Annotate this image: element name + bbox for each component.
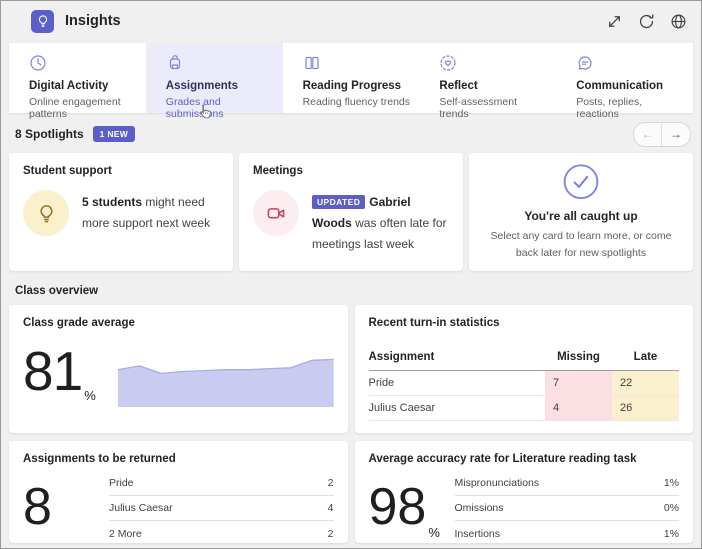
globe-icon[interactable] — [670, 13, 687, 30]
backpack-icon — [169, 55, 180, 70]
page-title: Insights — [65, 13, 121, 29]
tab-label: Communication — [576, 80, 664, 92]
list-item-value: 4 — [327, 502, 334, 514]
list-item: Mispronunciations 1% — [454, 471, 679, 496]
list-item-label: Omissions — [454, 502, 504, 514]
pager-next-button[interactable]: → — [662, 122, 690, 146]
spotlight-cards-row: Student support 5 students might need mo… — [9, 153, 693, 271]
assignment-name: Julius Caesar — [368, 395, 545, 421]
tab-reflect[interactable]: Reflect Self-assessment trends — [419, 43, 556, 120]
card-title: Assignments to be returned — [23, 453, 176, 465]
returned-count-value: 8 — [23, 478, 52, 536]
tab-label: Reading Progress — [302, 80, 402, 92]
refresh-icon[interactable] — [638, 13, 655, 30]
list-item-label: Pride — [109, 477, 134, 489]
tab-sublabel: Online engagement patterns — [29, 96, 121, 120]
spotlights-header: 8 Spotlights 1 NEW ← → — [15, 121, 691, 147]
list-item-label: 2 More — [109, 527, 142, 540]
average-accuracy-card[interactable]: Average accuracy rate for Literature rea… — [354, 441, 693, 543]
list-item-label: Insertions — [454, 527, 501, 540]
updated-badge: UPDATED — [312, 195, 366, 209]
app-header: Insights — [1, 1, 701, 41]
clock-icon — [30, 55, 46, 71]
tab-label: Assignments — [165, 80, 239, 92]
table-row: Julius Caesar 4 26 — [368, 395, 679, 421]
class-overview-section-title: Class overview — [15, 285, 99, 297]
spotlight-bold-text: 5 students — [82, 195, 143, 209]
col-header-missing: Missing — [545, 346, 612, 371]
tab-sublabel: Self-assessment trends — [439, 96, 518, 120]
pager-prev-button[interactable]: ← — [634, 122, 662, 146]
assignment-name: Pride — [368, 370, 545, 396]
insights-logo-icon — [31, 9, 54, 33]
list-item: Julius Caesar 4 — [109, 496, 334, 521]
class-grade-average-card[interactable]: Class grade average 81% — [9, 305, 348, 433]
new-badge: 1 NEW — [92, 126, 136, 142]
percent-unit: % — [428, 525, 440, 540]
tab-label: Digital Activity — [29, 80, 109, 92]
checkmark-circle-icon — [563, 164, 599, 200]
list-item-value: 1% — [663, 477, 679, 489]
card-title: Recent turn-in statistics — [368, 317, 500, 329]
accuracy-value: 98% — [368, 478, 440, 540]
meetings-card[interactable]: Meetings UPDATED Gabriel Woods was often … — [239, 153, 463, 271]
expand-icon[interactable] — [606, 13, 623, 30]
heart-badge-icon — [440, 55, 456, 71]
class-overview-grid: Class grade average 81% Recent turn-in s… — [9, 305, 693, 543]
tab-sublabel: Reading fluency trends — [302, 96, 410, 108]
list-item-value: 0% — [663, 502, 679, 514]
video-camera-icon — [253, 190, 299, 236]
lightbulb-icon — [23, 190, 69, 236]
grade-sparkline-chart — [117, 358, 334, 407]
list-item-label: Mispronunciations — [454, 477, 540, 489]
list-item-value: 1% — [663, 527, 679, 540]
late-count: 22 — [612, 370, 679, 396]
list-item: Pride 2 — [109, 471, 334, 496]
insights-app-window: Insights Digital Activity Online engagem… — [0, 0, 702, 549]
list-item: 2 More 2 — [109, 521, 334, 543]
list-item-label: Julius Caesar — [109, 502, 173, 514]
grade-average-value: 81% — [23, 340, 96, 404]
chat-bubble-icon — [578, 56, 592, 70]
caught-up-title: You're all caught up — [524, 209, 638, 224]
tab-sublabel: Posts, replies, reactions — [576, 96, 643, 120]
header-actions — [606, 13, 687, 30]
spotlights-pager: ← → — [633, 121, 691, 147]
tab-sublabel: Grades and submissions — [165, 96, 224, 120]
tab-digital-activity[interactable]: Digital Activity Online engagement patte… — [9, 43, 146, 120]
assignments-to-be-returned-card[interactable]: Assignments to be returned 8 Pride 2 Jul… — [9, 441, 348, 543]
caught-up-card[interactable]: You're all caught up Select any card to … — [469, 153, 693, 271]
card-title: Meetings — [253, 165, 303, 177]
card-title: Student support — [23, 165, 112, 177]
insights-tab-strip: Digital Activity Online engagement patte… — [9, 43, 693, 120]
percent-unit: % — [84, 388, 96, 404]
tab-label: Reflect — [439, 80, 478, 92]
col-header-late: Late — [612, 346, 679, 371]
missing-count: 7 — [545, 370, 612, 396]
open-book-icon — [304, 56, 319, 70]
tab-assignments[interactable]: Assignments Grades and submissions — [145, 43, 283, 120]
spotlight-text: 5 students might need more support next … — [82, 192, 219, 236]
tab-reading-progress[interactable]: Reading Progress Reading fluency trends — [283, 43, 420, 113]
turn-in-table: Assignment Missing Late Pride 7 22 Juliu… — [368, 346, 679, 421]
card-title: Average accuracy rate for Literature rea… — [368, 453, 637, 465]
late-count: 26 — [612, 395, 679, 421]
list-item: Insertions 1% — [455, 521, 680, 543]
list-item-value: 2 — [327, 477, 334, 489]
student-support-card[interactable]: Student support 5 students might need mo… — [9, 153, 233, 271]
tab-communication[interactable]: Communication Posts, replies, reactions — [556, 43, 693, 120]
list-item: Omissions 0% — [454, 496, 679, 521]
spotlight-text: UPDATED Gabriel Woods was often late for … — [312, 192, 449, 255]
caught-up-text: Select any card to learn more, or come b… — [490, 230, 672, 259]
list-item-value: 2 — [327, 527, 334, 540]
turn-in-statistics-card[interactable]: Recent turn-in statistics Assignment Mis… — [354, 305, 693, 433]
col-header-assignment: Assignment — [368, 346, 545, 371]
table-row: Pride 7 22 — [368, 370, 679, 396]
spotlights-title: 8 Spotlights — [15, 127, 84, 141]
missing-count: 4 — [545, 395, 612, 421]
card-title: Class grade average — [23, 317, 135, 329]
